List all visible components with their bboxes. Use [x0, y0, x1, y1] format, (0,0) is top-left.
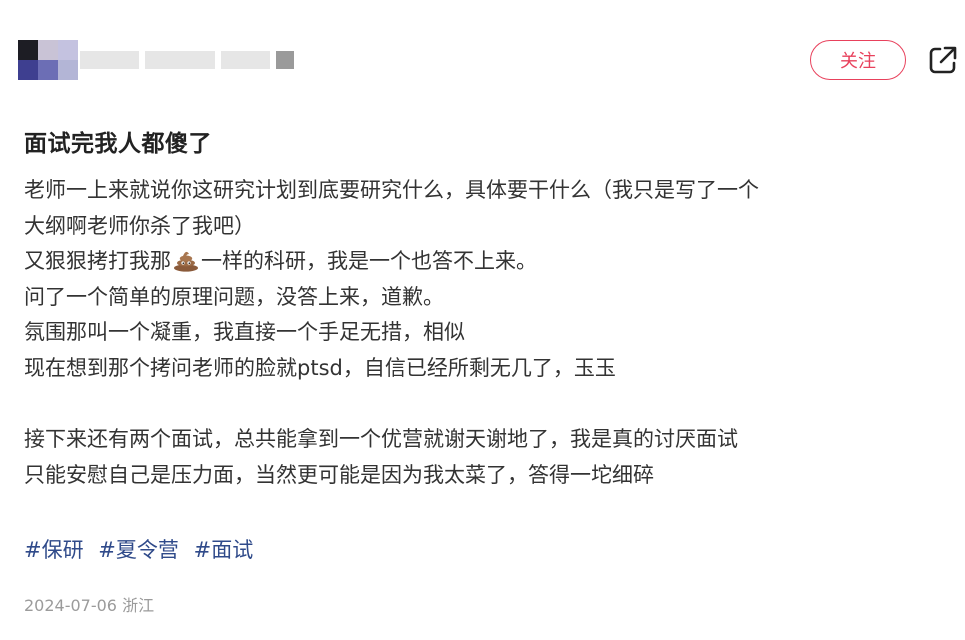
post-body-line: 大纲啊老师你杀了我吧） [24, 213, 255, 238]
post-body-text: 一样的科研，我是一个也答不上来。 [201, 249, 537, 274]
blur-block [145, 51, 215, 69]
post-date: 2024-07-06 [24, 596, 117, 615]
share-external-icon[interactable] [927, 44, 959, 76]
post-body: 老师一上来就说你这研究计划到底要研究什么，具体要干什么（我只是写了一个 大纲啊老… [24, 173, 959, 493]
avatar-mosaic-tile [18, 60, 38, 80]
avatar-mosaic-tile [58, 40, 78, 60]
post-body-line: 问了一个简单的原理问题，没答上来，道歉。 [24, 284, 444, 309]
post-body-line: 接下来还有两个面试，总共能拿到一个优营就谢天谢地了，我是真的讨厌面试 [24, 427, 738, 452]
follow-button[interactable]: 关注 [810, 40, 906, 80]
post-title: 面试完我人都傻了 [24, 131, 212, 157]
follow-button-label: 关注 [840, 51, 876, 72]
post-page: 关注 面试完我人都傻了 老师一上来就说你这研究计划到底要研究什么，具体要干什么（… [0, 0, 965, 640]
avatar-mosaic-tile [38, 60, 58, 80]
blur-block [220, 51, 271, 69]
post-body-line: 氛围那叫一个凝重，我直接一个手足无措，相似 [24, 320, 465, 345]
hashtag-list: #保研 #夏令营 #面试 [24, 534, 261, 564]
avatar-mosaic-tile [18, 40, 38, 60]
post-body-line: 只能安慰自己是压力面，当然更可能是因为我太菜了，答得一坨细碎 [24, 462, 654, 487]
hashtag-link[interactable]: #保研 [24, 538, 84, 562]
avatar-mosaic-tile [58, 60, 78, 80]
post-meta: 2024-07-06 浙江 [24, 592, 154, 616]
post-body-text: 又狠狠拷打我那 [24, 249, 171, 274]
blur-block [276, 51, 294, 69]
post-body-line: 又狠狠拷打我那 一样的科研，我是一个也答不上来。 [24, 244, 959, 280]
author-name-blurred[interactable] [80, 42, 300, 78]
hashtag-link[interactable]: #夏令营 [98, 538, 179, 562]
avatar-mosaic-tile [38, 40, 58, 60]
hashtag-link[interactable]: #面试 [194, 538, 254, 562]
post-location: 浙江 [122, 596, 155, 615]
author-avatar[interactable] [18, 40, 78, 80]
pile-of-poo-icon [174, 252, 198, 272]
blur-block [80, 51, 140, 69]
post-body-line: 老师一上来就说你这研究计划到底要研究什么，具体要干什么（我只是写了一个 [24, 178, 759, 202]
post-body-line: 现在想到那个拷问老师的脸就ptsd，自信已经所剩无几了，玉玉 [24, 355, 616, 380]
